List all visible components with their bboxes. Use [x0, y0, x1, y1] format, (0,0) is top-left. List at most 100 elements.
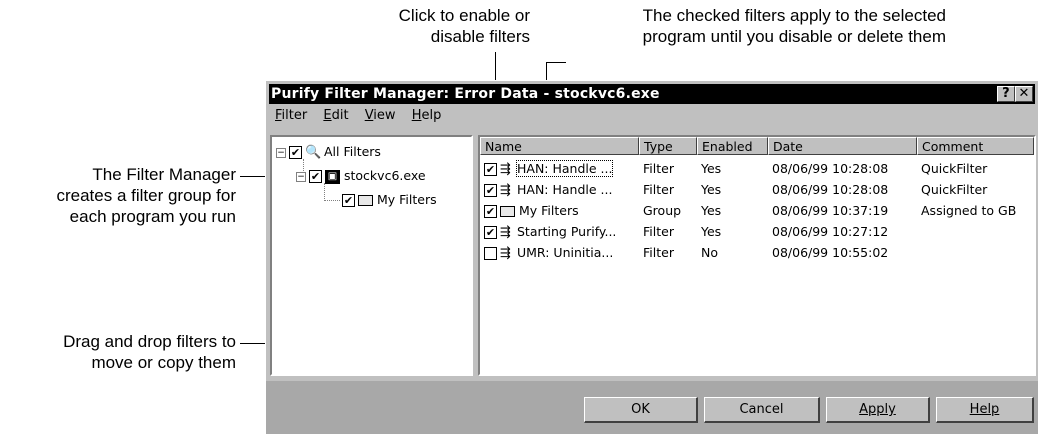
tree-item-my-filters[interactable]: ✔ My Filters: [342, 191, 437, 209]
checkbox[interactable]: ✔: [484, 205, 497, 218]
button-bar: OK Cancel Apply Help: [266, 381, 1038, 434]
cell-date: 08/06/99 10:55:02: [772, 245, 889, 260]
cell-comment: [921, 242, 1034, 263]
cell-type: Filter: [643, 182, 674, 197]
row-name: Starting Purify...: [517, 224, 617, 239]
cell-comment: QuickFilter: [921, 161, 988, 176]
cell-name: ✔ My Filters: [484, 200, 637, 221]
help-icon[interactable]: ?: [997, 86, 1015, 102]
collapse-icon[interactable]: −: [276, 147, 286, 158]
help-button[interactable]: Help: [936, 397, 1034, 423]
callout-manager-line2: creates a filter group for: [56, 186, 236, 205]
table-row[interactable]: ✔ ⇶ HAN: Handle ... Filter Yes 08/06/99 10:28…: [480, 179, 1034, 200]
table-row[interactable]: ✔ ⇶ Starting Purify... Filter Yes 08/06/99 10…: [480, 221, 1034, 242]
column-header-comment[interactable]: Comment: [917, 137, 1034, 155]
column-header-date[interactable]: Date: [768, 137, 917, 155]
help-label: Help: [969, 402, 1000, 417]
tree-item-program[interactable]: − ✔ ▣ stockvc6.exe: [296, 167, 426, 185]
cell-comment: Assigned to GB: [921, 203, 1017, 218]
callout-enable-line1: Click to enable or: [398, 6, 530, 25]
filter-icon: ⇶: [500, 182, 511, 198]
tree-item-all-filters[interactable]: − ✔ 🔍 All Filters: [276, 143, 381, 161]
checkbox[interactable]: ✔: [484, 184, 497, 197]
window-title: Purify Filter Manager: Error Data - stoc…: [271, 86, 660, 102]
callout-manager-line3: each program you run: [69, 207, 236, 226]
callout-enable: Click to enable or disable filters: [330, 5, 530, 47]
row-name: My Filters: [519, 203, 579, 218]
cell-type: Group: [643, 203, 682, 218]
cell-date: 08/06/99 10:27:12: [772, 224, 889, 239]
tree-label-my-filters: My Filters: [377, 192, 437, 207]
callout-checked-line1: The checked filters apply to the selecte…: [642, 6, 946, 25]
callout-manager-line1: The Filter Manager: [92, 165, 236, 184]
callout-drag-line1: Drag and drop filters to: [63, 332, 236, 351]
column-header-name[interactable]: Name: [480, 137, 639, 155]
filter-list[interactable]: Name Type Enabled Date Comment ✔ ⇶ HAN: Ha…: [478, 135, 1036, 376]
callout-checked: The checked filters apply to the selecte…: [546, 5, 946, 47]
menu-edit[interactable]: Edit: [323, 108, 348, 123]
tree-connector: [324, 200, 340, 202]
column-header-type[interactable]: Type: [639, 137, 697, 155]
cell-enabled: No: [701, 245, 718, 260]
cancel-button[interactable]: Cancel: [704, 397, 820, 423]
table-row[interactable]: ✔ ⇶ HAN: Handle ... Filter Yes 08/06/99 10:28…: [480, 158, 1034, 179]
leader-checked-h: [546, 62, 566, 63]
callout-manager: The Filter Manager creates a filter grou…: [0, 164, 236, 227]
filter-icon: ⇶: [500, 245, 511, 261]
checkbox[interactable]: ✔: [342, 194, 355, 207]
tree-connector: [324, 183, 326, 201]
title-bar: Purify Filter Manager: Error Data - stoc…: [269, 84, 1035, 104]
cell-comment: [921, 221, 1034, 242]
tree-connector: [303, 159, 305, 173]
menu-filter[interactable]: Filter: [275, 108, 307, 123]
row-name: UMR: Uninitia...: [517, 245, 614, 260]
checkbox[interactable]: [484, 247, 497, 260]
cell-type: Filter: [643, 161, 674, 176]
checkbox[interactable]: ✔: [309, 170, 322, 183]
close-icon[interactable]: ✕: [1015, 86, 1033, 102]
cell-enabled: Yes: [701, 224, 722, 239]
row-name: HAN: Handle ...: [517, 182, 613, 197]
row-name: HAN: Handle ...: [515, 160, 614, 177]
folder-icon: [358, 195, 373, 206]
cell-name: ✔ ⇶ HAN: Handle ...: [484, 158, 637, 179]
collapse-icon[interactable]: −: [296, 171, 306, 182]
cell-enabled: Yes: [701, 161, 722, 176]
checkbox[interactable]: ✔: [484, 163, 497, 176]
callout-drag: Drag and drop filters to move or copy th…: [0, 331, 236, 373]
menu-view[interactable]: View: [365, 108, 396, 123]
apply-label: Apply: [859, 402, 896, 417]
column-header-enabled[interactable]: Enabled: [697, 137, 768, 155]
cell-date: 08/06/99 10:37:19: [772, 203, 889, 218]
cell-name: ✔ ⇶ HAN: Handle ...: [484, 179, 637, 200]
cell-name: ✔ ⇶ Starting Purify...: [484, 221, 637, 242]
tree-label-all-filters: All Filters: [324, 144, 381, 159]
folder-icon: [500, 206, 515, 217]
filter-manager-window: Purify Filter Manager: Error Data - stoc…: [265, 80, 1038, 434]
callout-checked-line2: program until you disable or delete them: [642, 27, 946, 46]
cell-enabled: Yes: [701, 203, 722, 218]
filter-tree[interactable]: − ✔ 🔍 All Filters − ✔ ▣ stockvc6.exe ✔ My Filte…: [270, 135, 473, 376]
checkbox[interactable]: ✔: [484, 226, 497, 239]
callout-enable-line2: disable filters: [430, 27, 530, 46]
ok-button[interactable]: OK: [584, 397, 698, 423]
cell-date: 08/06/99 10:28:08: [772, 161, 889, 176]
table-row[interactable]: ✔ My Filters Group Yes 08/06/99 10:37:19 Assi…: [480, 200, 1034, 221]
filter-icon: ⇶: [500, 224, 511, 240]
cell-type: Filter: [643, 245, 674, 260]
tree-label-program: stockvc6.exe: [344, 168, 426, 183]
cell-enabled: Yes: [701, 182, 722, 197]
magnifier-icon: 🔍: [305, 144, 322, 160]
cell-date: 08/06/99 10:28:08: [772, 182, 889, 197]
checkbox[interactable]: ✔: [289, 146, 302, 159]
callout-drag-line2: move or copy them: [91, 353, 236, 372]
program-icon: ▣: [325, 169, 340, 184]
filter-icon: ⇶: [500, 161, 511, 177]
cell-type: Filter: [643, 224, 674, 239]
cell-comment: QuickFilter: [921, 182, 988, 197]
menu-help[interactable]: Help: [412, 108, 442, 123]
cell-name: ⇶ UMR: Uninitia...: [484, 242, 637, 263]
table-row[interactable]: ⇶ UMR: Uninitia... Filter No 08/06/99 10:55:…: [480, 242, 1034, 263]
apply-button[interactable]: Apply: [826, 397, 930, 423]
menu-bar: Filter Edit View Help: [269, 106, 447, 126]
